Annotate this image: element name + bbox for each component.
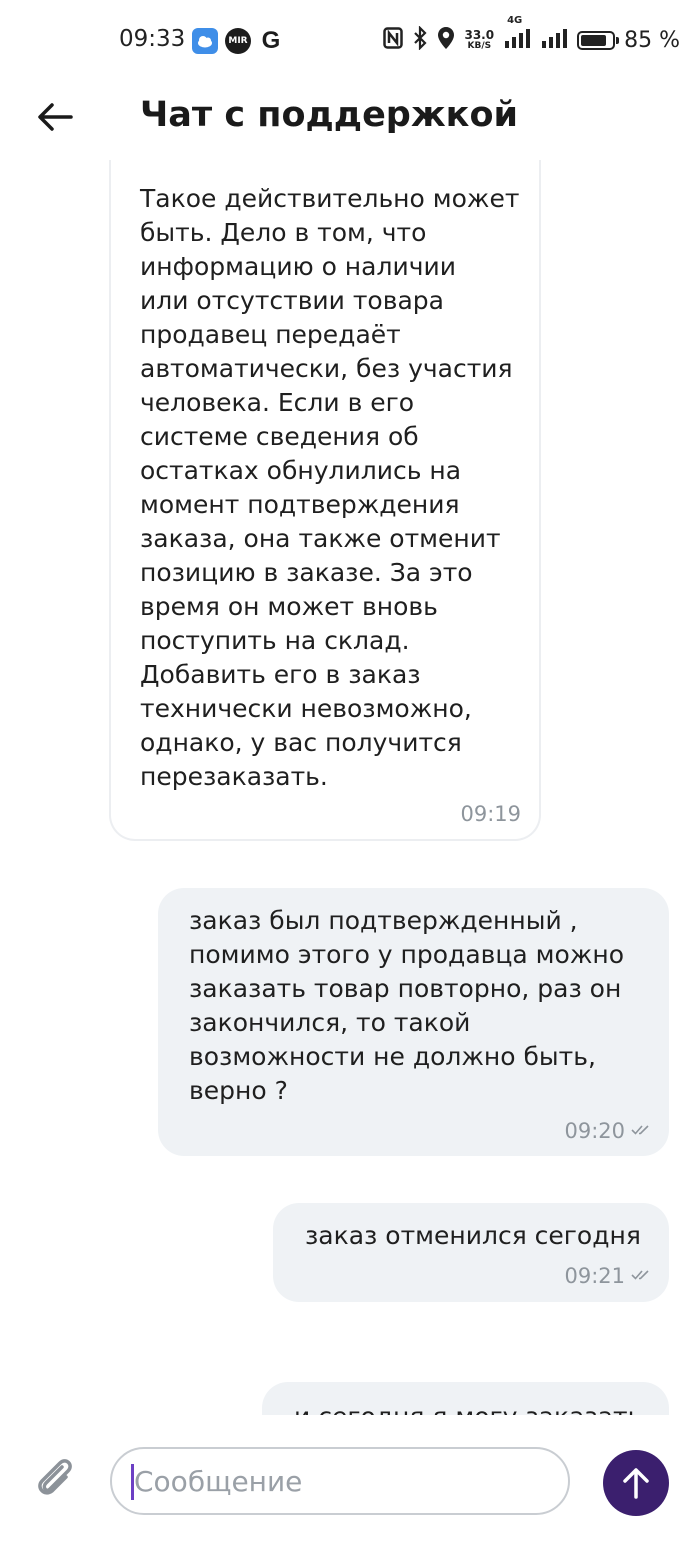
back-button[interactable] xyxy=(30,94,80,140)
paperclip-icon xyxy=(38,1459,72,1495)
message-text: заказ был подтвержденный , помимо этого … xyxy=(189,906,624,1105)
bluetooth-icon xyxy=(412,25,428,54)
message-meta: 09:20 xyxy=(564,1114,651,1148)
app-header: Чат с поддержкой xyxy=(0,80,700,160)
message-meta: 09:19 xyxy=(460,797,521,831)
status-indicators: 33.0 KB/S 4G 85 % xyxy=(383,15,680,54)
signal-icon xyxy=(540,27,568,53)
weather-icon xyxy=(192,28,218,54)
signal-icon: 4G xyxy=(503,15,531,53)
text-caret xyxy=(131,1464,134,1500)
message-list[interactable]: Такое действительно может быть. Дело в т… xyxy=(0,160,700,1415)
message-composer xyxy=(0,1415,700,1563)
message-outgoing: заказ был подтвержденный , помимо этого … xyxy=(158,888,669,1156)
mir-icon: MIR xyxy=(225,28,251,54)
network-speed: 33.0 KB/S xyxy=(464,28,495,51)
arrow-up-icon xyxy=(623,1468,649,1499)
message-text: заказ отменился сегодня xyxy=(305,1221,641,1250)
double-check-icon xyxy=(631,1259,651,1293)
message-time: 09:21 xyxy=(564,1264,625,1288)
send-button[interactable] xyxy=(603,1450,669,1516)
location-icon xyxy=(437,26,455,54)
message-time: 09:19 xyxy=(460,802,521,826)
message-input[interactable] xyxy=(110,1447,570,1515)
message-outgoing: заказ отменился сегодня 09:21 xyxy=(273,1203,669,1302)
double-check-icon xyxy=(631,1114,651,1148)
message-meta: 09:21 xyxy=(564,1259,651,1293)
message-outgoing: и сегодня я могу заказать xyxy=(262,1382,669,1415)
message-time: 09:20 xyxy=(564,1119,625,1143)
battery-percent: 85 % xyxy=(624,27,680,53)
attach-button[interactable] xyxy=(32,1453,80,1501)
arrow-left-icon xyxy=(38,103,73,131)
nfc-icon xyxy=(383,27,404,53)
message-text: и сегодня я могу заказать xyxy=(294,1400,642,1415)
status-time: 09:33 xyxy=(119,26,186,52)
message-text: Такое действительно может быть. Дело в т… xyxy=(140,184,520,791)
message-incoming: Такое действительно может быть. Дело в т… xyxy=(109,160,541,841)
status-bar: 09:33 MIR G 33.0 KB/S 4G 85 % xyxy=(0,0,700,80)
page-title: Чат с поддержкой xyxy=(140,95,519,135)
battery-icon xyxy=(577,30,620,50)
google-icon: G xyxy=(261,27,281,54)
